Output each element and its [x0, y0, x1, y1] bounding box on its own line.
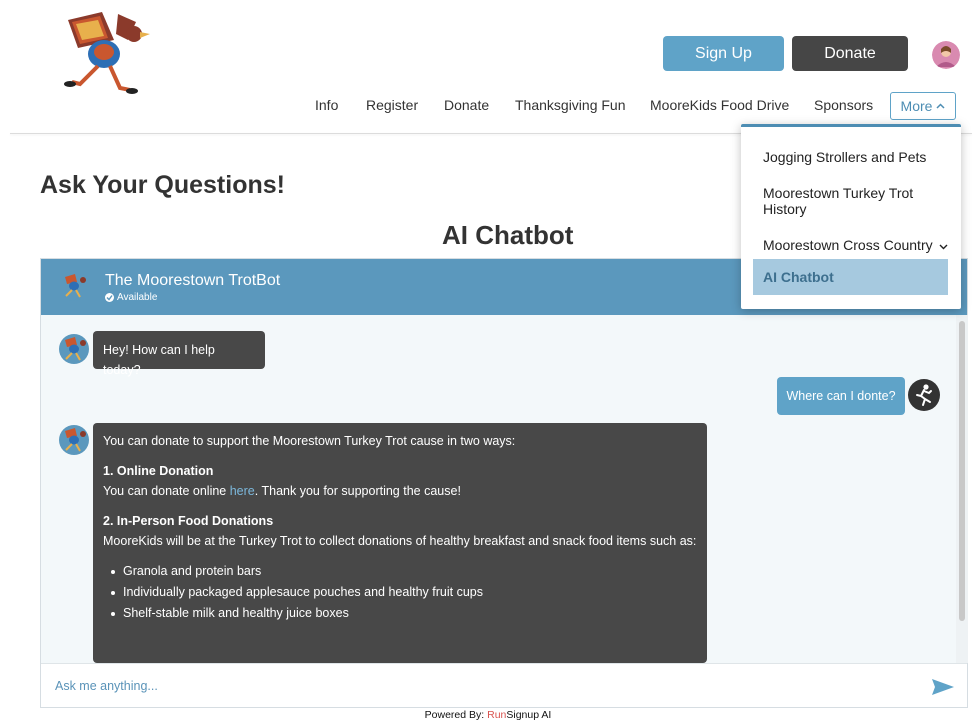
user-avatar-icon[interactable]: [932, 41, 960, 69]
list-item: Shelf-stable milk and healthy juice boxe…: [111, 603, 697, 624]
brand-signup-ai: Signup AI: [506, 709, 552, 721]
nav-item-sponsors[interactable]: Sponsors: [814, 97, 873, 113]
menu-item-jogging-strollers[interactable]: Jogging Strollers and Pets: [763, 149, 953, 165]
bot-name: The Moorestown TrotBot: [105, 272, 281, 289]
donation-items-list: Granola and protein bars Individually pa…: [103, 561, 697, 624]
menu-item-cross-country[interactable]: Moorestown Cross Country: [763, 237, 958, 253]
online-donation-heading: 1. Online Donation: [103, 464, 214, 478]
online-donation-text: You can donate online here. Thank you fo…: [103, 484, 461, 498]
site-logo[interactable]: [58, 10, 154, 98]
menu-item-ai-chatbot[interactable]: AI Chatbot: [753, 259, 948, 295]
main-nav: Info Register Donate Thanksgiving Fun Mo…: [0, 92, 976, 120]
chevron-down-icon: [939, 244, 948, 250]
chat-panel: The Moorestown TrotBot Available Hey! Ho…: [40, 258, 968, 708]
user-message: Where can I donte?: [777, 377, 905, 415]
page-title: Ask Your Questions!: [40, 171, 285, 199]
bot-status: Available: [105, 292, 157, 303]
menu-item-label: Moorestown Cross Country: [763, 237, 933, 253]
nav-more-button[interactable]: More: [890, 92, 956, 120]
in-person-heading: 2. In-Person Food Donations: [103, 514, 274, 528]
send-icon[interactable]: [931, 677, 955, 697]
nav-item-thanksgiving-fun[interactable]: Thanksgiving Fun: [515, 97, 626, 113]
chevron-up-icon: [936, 103, 945, 109]
bot-message: Hey! How can I help today?: [93, 331, 265, 377]
chat-scrollbar[interactable]: [956, 315, 968, 663]
bot-avatar: [59, 334, 89, 364]
reply-intro: You can donate to support the Moorestown…: [103, 434, 516, 448]
nav-item-donate[interactable]: Donate: [444, 97, 489, 113]
menu-item-turkey-trot-history[interactable]: Moorestown Turkey Trot History: [763, 185, 933, 217]
list-item: Individually packaged applesauce pouches…: [111, 582, 697, 603]
section-title: AI Chatbot: [442, 220, 574, 250]
donate-here-link[interactable]: here: [230, 484, 255, 498]
runner-icon: [908, 379, 940, 411]
chat-input[interactable]: [55, 676, 895, 696]
donate-button[interactable]: Donate: [792, 36, 908, 71]
check-circle-icon: [105, 293, 114, 302]
in-person-text: MooreKids will be at the Turkey Trot to …: [103, 534, 697, 548]
powered-by-footer: Powered By: RunSignup AI: [424, 709, 552, 721]
scrollbar-thumb[interactable]: [959, 321, 965, 621]
bot-avatar: [59, 425, 89, 455]
nav-item-moorekids-food-drive[interactable]: MooreKids Food Drive: [650, 97, 789, 113]
more-dropdown-menu: Jogging Strollers and Pets Moorestown Tu…: [741, 124, 961, 309]
bot-message: You can donate to support the Moorestown…: [93, 423, 707, 663]
chat-input-bar: [41, 663, 967, 707]
nav-more-label: More: [900, 98, 933, 114]
list-item: Granola and protein bars: [111, 561, 697, 582]
sign-up-button[interactable]: Sign Up: [663, 36, 784, 71]
nav-item-info[interactable]: Info: [315, 97, 338, 113]
bot-status-label: Available: [117, 292, 158, 303]
nav-item-register[interactable]: Register: [366, 97, 418, 113]
bot-avatar: [59, 271, 89, 301]
brand-run: Run: [487, 709, 507, 721]
